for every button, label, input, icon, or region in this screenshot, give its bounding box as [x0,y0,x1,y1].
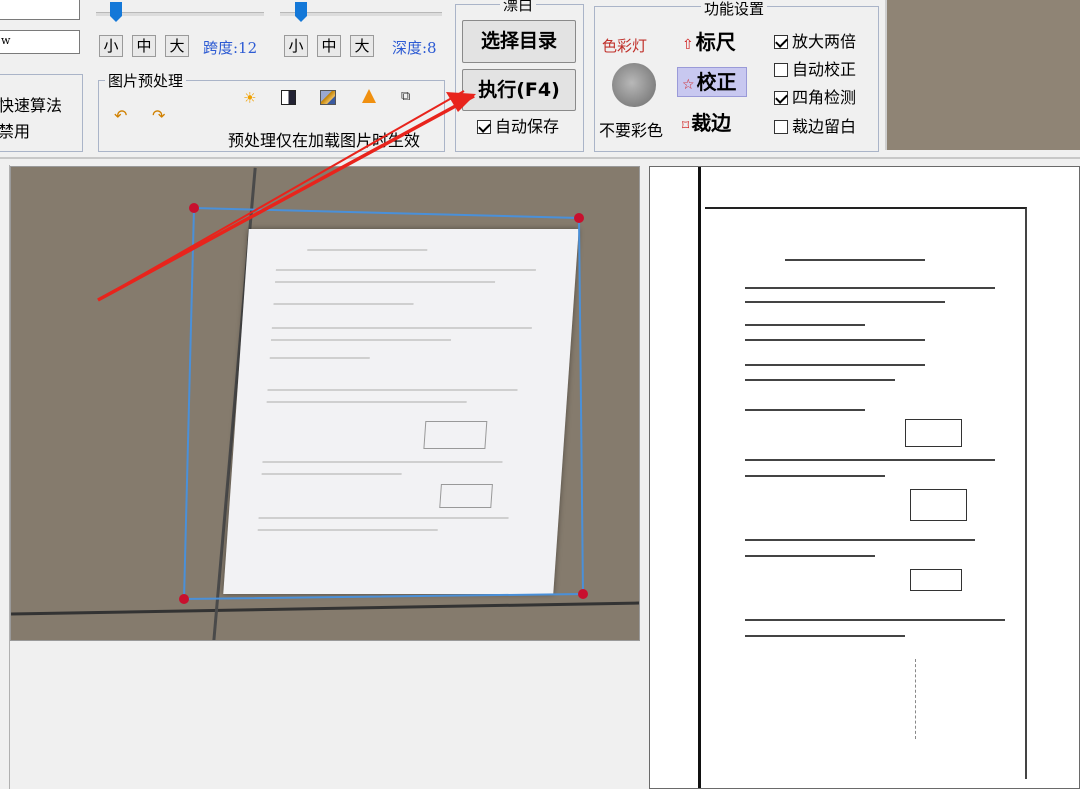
span-slider-knob[interactable] [110,2,122,22]
span-value-label: 跨度:12 [203,39,258,57]
text-line [745,287,995,289]
processed-document [705,207,1027,779]
corner-detect-checkbox[interactable]: 四角检测 [774,88,856,108]
processed-image-view[interactable] [649,166,1080,789]
scan-edge-line [698,167,701,788]
redo-arrow-icon[interactable]: ↷ [152,106,165,125]
auto-correct-label: 自动校正 [792,60,857,79]
corner-handle-bottom-left[interactable] [179,594,189,604]
enlarge-check-icon[interactable] [774,35,788,49]
thumbnail-preview[interactable] [885,0,1080,150]
crop-icon: ⌑ [682,118,690,134]
disabled-label: 禁用 [0,122,31,141]
crop-label: 裁边 [691,111,732,135]
toolbar-divider [0,157,1080,159]
enlarge-label: 放大两倍 [792,32,857,51]
corner-handle-bottom-right[interactable] [578,589,588,599]
text-line [745,619,1005,621]
selection-outline [182,206,585,601]
span-large-button[interactable]: 大 [165,35,189,57]
image-adjust-icon[interactable] [320,90,336,105]
crop-margin-check-icon[interactable] [774,120,788,134]
ruler-icon: ⇧ [682,37,694,53]
preprocess-title: 图片预处理 [105,73,187,89]
brightness-icon[interactable]: ☀ [243,89,256,107]
span-small-button[interactable]: 小 [99,35,123,57]
figure-sketch [910,569,962,591]
features-title: 功能设置 [701,1,768,17]
text-line [785,259,925,261]
execute-button[interactable]: 执行(F4) [462,69,576,111]
select-directory-button[interactable]: 选择目录 [462,20,576,63]
corner-selection-overlay[interactable] [11,167,640,641]
figure-sketch [910,489,967,521]
color-lamp-label: 色彩灯 [602,37,648,55]
corner-handle-top-left[interactable] [189,203,199,213]
enlarge-2x-checkbox[interactable]: 放大两倍 [774,32,856,52]
autosave-check-icon[interactable] [477,120,491,134]
text-line [745,324,865,326]
whiten-title: 漂白 [500,0,537,13]
batch-icon[interactable]: ⧉ [401,89,410,104]
figure-sketch [905,419,962,447]
corner-detect-label: 四角检测 [792,88,857,107]
auto-correct-check-icon[interactable] [774,63,788,77]
correct-tool[interactable]: ☆ 校正 [682,69,737,98]
text-line [745,364,925,366]
auto-correct-checkbox[interactable]: 自动校正 [774,60,856,80]
crop-tool[interactable]: ⌑ 裁边 [682,110,731,139]
preprocess-note: 预处理仅在加载图片时生效 [228,131,421,150]
no-color-label: 不要彩色 [599,121,664,140]
crop-margin-checkbox[interactable]: 裁边留白 [774,117,856,137]
corner-detect-check-icon[interactable] [774,91,788,105]
text-line [745,555,875,557]
handwriting-mark [915,659,966,739]
correct-label: 校正 [696,70,737,94]
autosave-label: 自动保存 [495,117,560,136]
text-line [745,339,925,341]
correct-icon: ☆ [682,77,695,93]
depth-value-label: 深度:8 [392,39,437,57]
top-input-2[interactable]: w [0,30,80,54]
depth-large-button[interactable]: 大 [350,35,374,57]
original-image-view[interactable] [10,166,640,641]
corner-handle-top-right[interactable] [574,213,584,223]
depth-slider-knob[interactable] [295,2,307,22]
fast-algorithm-label: 快速算法 [0,96,63,115]
text-line [745,635,905,637]
text-line [745,409,865,411]
span-medium-button[interactable]: 中 [132,35,156,57]
contrast-icon[interactable] [281,90,296,105]
sharpen-icon[interactable] [362,89,376,103]
text-line [745,301,945,303]
autosave-checkbox[interactable]: 自动保存 [477,117,559,137]
top-input-1[interactable] [0,0,80,20]
color-lamp-indicator[interactable] [612,63,656,107]
depth-medium-button[interactable]: 中 [317,35,341,57]
text-line [745,475,885,477]
depth-small-button[interactable]: 小 [284,35,308,57]
ruler-tool[interactable]: ⇧ 标尺 [682,29,736,58]
crop-margin-label: 裁边留白 [792,117,857,136]
text-line [745,379,895,381]
text-line [745,539,975,541]
undo-arrow-icon[interactable]: ↶ [114,106,127,125]
text-line [745,459,995,461]
ruler-label: 标尺 [695,30,736,54]
